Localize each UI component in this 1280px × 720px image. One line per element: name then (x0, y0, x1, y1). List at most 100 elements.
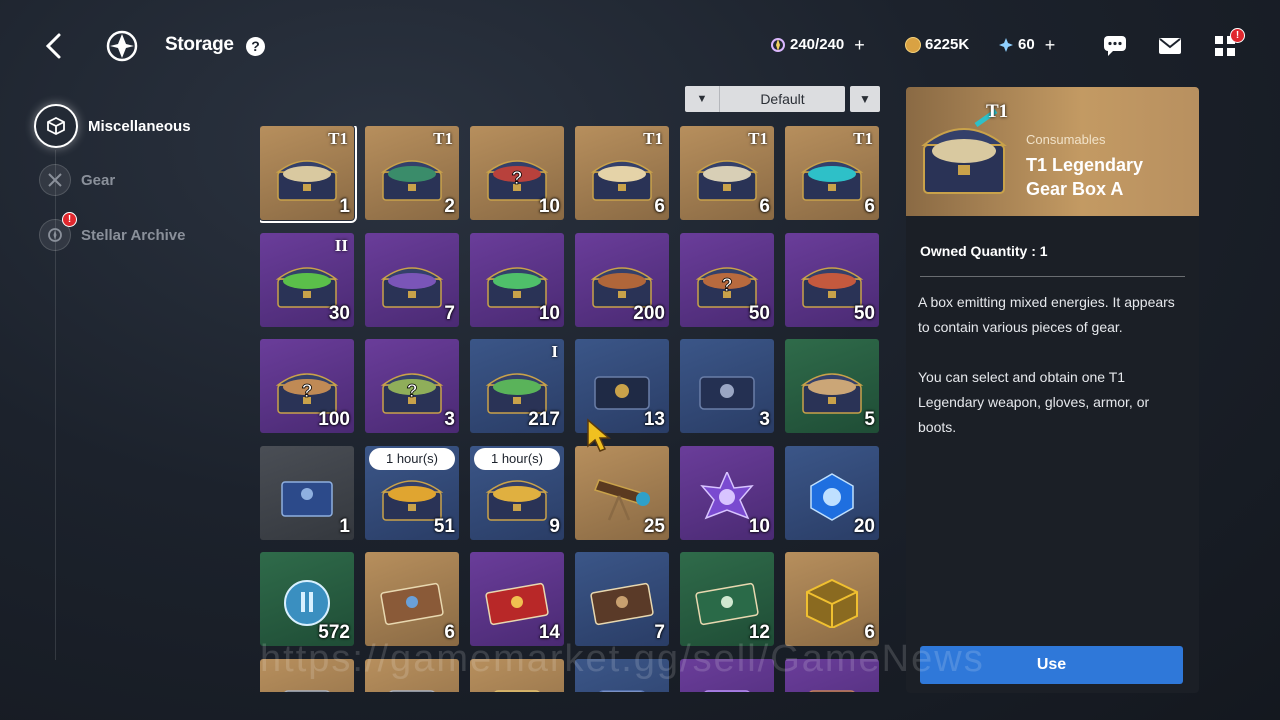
item-quantity: 7 (444, 302, 455, 324)
item-slot[interactable]: 12 (680, 552, 774, 646)
add-stamina-button[interactable]: + (854, 36, 865, 54)
item-icon (388, 689, 436, 692)
item-quantity: 6 (864, 196, 875, 217)
item-slot[interactable]: ? 3 (365, 339, 459, 433)
item-quantity: 6 (654, 196, 665, 217)
item-slot[interactable]: I 217 (470, 339, 564, 433)
item-slot[interactable]: 572 (260, 552, 354, 646)
chest-icon (380, 160, 444, 201)
sidebar-item-label: Gear (81, 171, 116, 189)
sort-dropdown[interactable]: ▼ Default (685, 86, 845, 112)
chest-icon (275, 266, 339, 308)
item-quantity: 20 (853, 515, 875, 537)
sidebar-item-label: Stellar Archive (81, 226, 186, 244)
item-slot[interactable]: 25 (575, 445, 669, 540)
item-slot[interactable]: II 30 (260, 232, 354, 327)
item-slot[interactable]: T1 6 (785, 126, 879, 220)
item-quantity: 1 (339, 196, 350, 217)
crystal-value: 60 (1018, 36, 1035, 53)
item-slot[interactable]: ? 100 (260, 339, 354, 433)
item-slot[interactable]: 20 (785, 445, 879, 540)
chest-icon (590, 160, 654, 201)
orb-icon (284, 580, 330, 626)
item-slot[interactable]: 7 (575, 552, 669, 646)
crystal-counter: 60 + (998, 36, 1056, 54)
timer-badge: 1 hour(s) (369, 447, 455, 470)
item-slot[interactable]: T1 6 (680, 126, 774, 220)
chest-icon (380, 266, 444, 308)
filter-icon: ▼ (859, 92, 871, 106)
item-slot[interactable]: ? 50 (680, 232, 774, 327)
item-quantity: 13 (643, 409, 665, 430)
item-quantity: 5 (864, 409, 875, 430)
item-slot[interactable]: 10 (470, 232, 564, 327)
chest-icon: ? (380, 373, 444, 414)
sort-direction-icon[interactable]: ▼ (685, 86, 720, 112)
gold-coin-icon (905, 36, 921, 53)
item-slot[interactable]: 50 (785, 232, 879, 327)
ticket-icon (380, 582, 444, 626)
back-button[interactable] (36, 28, 72, 64)
item-quantity: 6 (759, 196, 770, 217)
item-slot[interactable]: 1 hour(s) 9 (470, 445, 564, 540)
item-slot[interactable]: 1 hour(s) 51 (365, 445, 459, 540)
item-quantity: 2 (444, 196, 455, 217)
item-icon (283, 689, 331, 692)
item-slot[interactable]: 200 (575, 232, 669, 327)
chest-icon (485, 479, 549, 521)
item-slot[interactable]: 5 (785, 339, 879, 433)
item-slot[interactable]: 6 (785, 552, 879, 646)
menu-button[interactable]: ! (1210, 28, 1245, 60)
item-slot[interactable]: 10 (680, 445, 774, 540)
item-icon (493, 689, 541, 692)
stamina-counter: 240/240 + (770, 36, 865, 54)
item-slot[interactable]: 1 (260, 445, 354, 540)
item-slot[interactable]: 7 (365, 232, 459, 327)
filter-button[interactable]: ▼ (850, 86, 880, 112)
tier-label: T1 (643, 129, 663, 148)
item-slot[interactable]: ? 10 (470, 126, 564, 220)
item-icon (703, 689, 751, 692)
item-quantity: 3 (759, 409, 770, 430)
chest-icon (800, 266, 864, 308)
item-quantity: 10 (748, 515, 770, 537)
sidebar-item-gear[interactable]: Gear (39, 164, 115, 196)
tier-label: I (551, 342, 558, 361)
mail-icon (1159, 38, 1181, 54)
chat-button[interactable] (1100, 32, 1130, 60)
chest-icon (485, 373, 549, 414)
ticket-icon (485, 582, 549, 626)
item-slot[interactable]: 14 (470, 552, 564, 646)
detail-tier: T1 (986, 101, 1009, 122)
chest-icon: ? (695, 266, 759, 308)
mystery-mark: ? (407, 381, 418, 401)
item-slot[interactable]: 6 (365, 552, 459, 646)
sidebar-item-label: Miscellaneous (88, 117, 191, 135)
item-slot[interactable]: T1 2 (365, 126, 459, 220)
chest-icon (695, 160, 759, 201)
sort-label: Default (760, 91, 805, 107)
help-button[interactable]: ? (246, 37, 265, 56)
tier-label: T1 (853, 129, 873, 148)
stamina-icon (771, 37, 785, 52)
divider (920, 276, 1185, 277)
item-quantity: 25 (643, 515, 665, 537)
item-slot[interactable]: T1 1 (260, 126, 357, 223)
cube-icon (806, 578, 858, 628)
item-quantity: 3 (444, 409, 455, 430)
sidebar-item-stellar-archive[interactable]: ! Stellar Archive (39, 212, 186, 251)
chat-icon (1104, 36, 1126, 56)
gold-value: 6225K (925, 36, 970, 53)
sidebar-item-miscellaneous[interactable]: Miscellaneous (34, 104, 191, 148)
item-slot[interactable]: 3 (680, 339, 774, 433)
archive-alert-badge: ! (62, 212, 77, 227)
mail-button[interactable] (1155, 32, 1185, 60)
case-icon (699, 376, 755, 410)
tier-label: T1 (748, 129, 768, 148)
mystery-mark: ? (512, 168, 523, 188)
add-crystal-button[interactable]: + (1045, 36, 1056, 54)
telescope-icon (594, 478, 650, 520)
item-slot[interactable]: T1 6 (575, 126, 669, 220)
gift-box-icon (281, 480, 333, 517)
chest-icon (380, 479, 444, 521)
